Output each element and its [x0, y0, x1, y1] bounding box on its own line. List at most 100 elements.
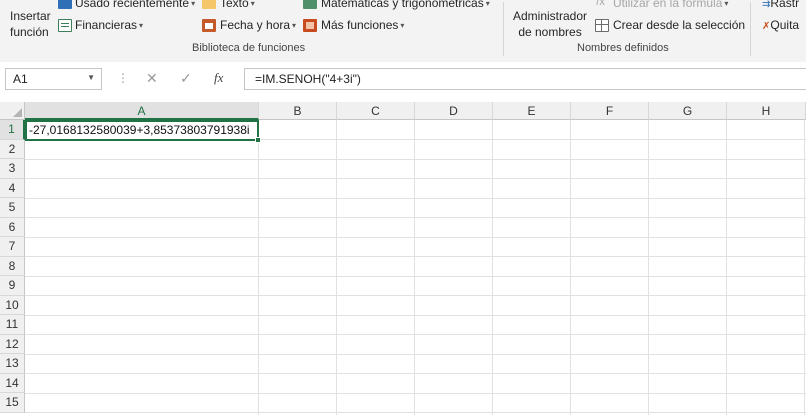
text-button[interactable]: Texto ▾ — [220, 0, 255, 10]
financial-icon — [58, 19, 72, 32]
name-manager-line1: Administrador — [513, 9, 588, 23]
chevron-down-icon: ▾ — [400, 21, 405, 30]
active-cell-border — [25, 120, 259, 141]
chevron-down-icon: ▾ — [485, 0, 490, 8]
grid-line — [25, 353, 806, 355]
text-label: Texto — [220, 0, 249, 10]
grid-line — [25, 236, 806, 238]
column-header-b[interactable]: B — [259, 102, 337, 120]
trace-precedents-button[interactable]: ⇉Rastr — [762, 0, 799, 10]
insert-function-line2: función — [10, 25, 49, 39]
grid-line — [726, 120, 727, 415]
grid-line — [25, 217, 806, 218]
math-icon — [303, 0, 317, 9]
create-from-selection-icon — [595, 19, 609, 32]
column-header-c[interactable]: C — [337, 102, 415, 120]
column-header-h[interactable]: H — [727, 102, 806, 120]
chevron-down-icon: ▾ — [139, 21, 144, 30]
column-header-d[interactable]: D — [415, 102, 493, 120]
grid-line — [258, 120, 259, 415]
formula-text: =IM.SENOH("4+3i") — [255, 72, 361, 86]
remove-arrows-button[interactable]: ✗Quita — [762, 18, 799, 32]
cancel-icon[interactable]: ✕ — [146, 70, 158, 87]
name-manager-line2: de nombres — [518, 25, 582, 39]
name-manager-button[interactable]: Administrador de nombres — [513, 8, 587, 40]
row-header-7[interactable]: 7 — [0, 237, 25, 257]
grid-line — [648, 120, 649, 415]
column-header-g[interactable]: G — [649, 102, 727, 120]
name-box[interactable]: A1 ▼ — [5, 68, 102, 90]
grid-line — [25, 412, 806, 413]
financial-button[interactable]: Financieras ▾ — [75, 18, 143, 32]
grid-line — [25, 295, 806, 296]
row-header-6[interactable]: 6 — [0, 217, 25, 237]
formula-icon: 𝑓x — [596, 0, 605, 8]
row-header-13[interactable]: 13 — [0, 354, 25, 374]
grid-line — [25, 256, 806, 257]
math-trig-button[interactable]: Matemáticas y trigonométricas ▾ — [321, 0, 490, 10]
row-header-9[interactable]: 9 — [0, 276, 25, 296]
formula-input[interactable]: =IM.SENOH("4+3i") — [244, 68, 806, 90]
grid-line — [804, 120, 805, 415]
create-from-selection-button[interactable]: Crear desde la selección — [613, 18, 745, 32]
select-all-button[interactable] — [0, 102, 25, 120]
chevron-down-icon: ▾ — [250, 0, 255, 8]
grid-line — [336, 120, 337, 415]
formula-buttons: ✕ ✓ fx — [134, 68, 242, 90]
grid-line — [25, 197, 806, 199]
row-header-14[interactable]: 14 — [0, 373, 25, 393]
more-functions-icon — [303, 19, 317, 32]
recently-used-icon — [58, 0, 72, 9]
use-in-formula-label: Utilizar en la fórmula — [613, 0, 723, 10]
calendar-icon — [202, 19, 216, 32]
remove-label: Quita — [770, 18, 800, 32]
row-header-10[interactable]: 10 — [0, 295, 25, 315]
insert-function-fx-icon[interactable]: fx — [214, 70, 223, 86]
grid-line — [492, 120, 493, 415]
column-header-a[interactable]: A — [25, 102, 259, 120]
row-header-15[interactable]: 15 — [0, 393, 25, 413]
grid-line — [570, 120, 571, 415]
row-header-3[interactable]: 3 — [0, 159, 25, 179]
grid-line — [414, 120, 415, 415]
row-header-11[interactable]: 11 — [0, 315, 25, 335]
enter-icon[interactable]: ✓ — [180, 70, 192, 87]
chevron-down-icon[interactable]: ▼ — [87, 73, 95, 82]
group-divider — [503, 2, 504, 56]
insert-function-button[interactable]: Insertar función — [10, 8, 51, 40]
financial-label: Financieras — [75, 18, 138, 32]
group-divider — [750, 2, 751, 56]
grid-line — [25, 334, 806, 335]
column-header-f[interactable]: F — [571, 102, 649, 120]
row-header-2[interactable]: 2 — [0, 139, 25, 159]
more-options-icon[interactable]: ⋮ — [117, 71, 129, 85]
name-box-value: A1 — [13, 72, 28, 86]
insert-function-line1: Insertar — [10, 9, 51, 23]
grid-line — [25, 275, 806, 277]
use-in-formula-button[interactable]: Utilizar en la fórmula ▾ — [613, 0, 728, 10]
recently-used-label: Usado recientemente — [75, 0, 190, 10]
date-time-label: Fecha y hora — [220, 18, 291, 32]
row-header-1[interactable]: 1 — [0, 120, 25, 140]
fill-handle[interactable] — [255, 137, 261, 143]
text-icon — [202, 0, 216, 9]
grid-line — [25, 314, 806, 316]
chevron-down-icon: ▾ — [191, 0, 196, 8]
trace-label: Rastr — [770, 0, 800, 10]
date-time-button[interactable]: Fecha y hora ▾ — [220, 18, 296, 32]
chevron-down-icon: ▾ — [724, 0, 729, 8]
grid-line — [25, 178, 806, 179]
grid-line — [25, 392, 806, 394]
column-header-e[interactable]: E — [493, 102, 571, 120]
math-trig-label: Matemáticas y trigonométricas — [321, 0, 484, 10]
chevron-down-icon: ▾ — [292, 21, 297, 30]
recently-used-button[interactable]: Usado recientemente ▾ — [75, 0, 195, 10]
row-header-12[interactable]: 12 — [0, 334, 25, 354]
ribbon: Insertar función Usado recientemente ▾ Fi… — [0, 0, 806, 63]
more-functions-button[interactable]: Más funciones ▾ — [321, 18, 404, 32]
row-header-8[interactable]: 8 — [0, 256, 25, 276]
grid-line — [25, 373, 806, 374]
row-header-4[interactable]: 4 — [0, 178, 25, 198]
row-header-5[interactable]: 5 — [0, 198, 25, 218]
defined-names-group-label: Nombres definidos — [577, 42, 669, 54]
